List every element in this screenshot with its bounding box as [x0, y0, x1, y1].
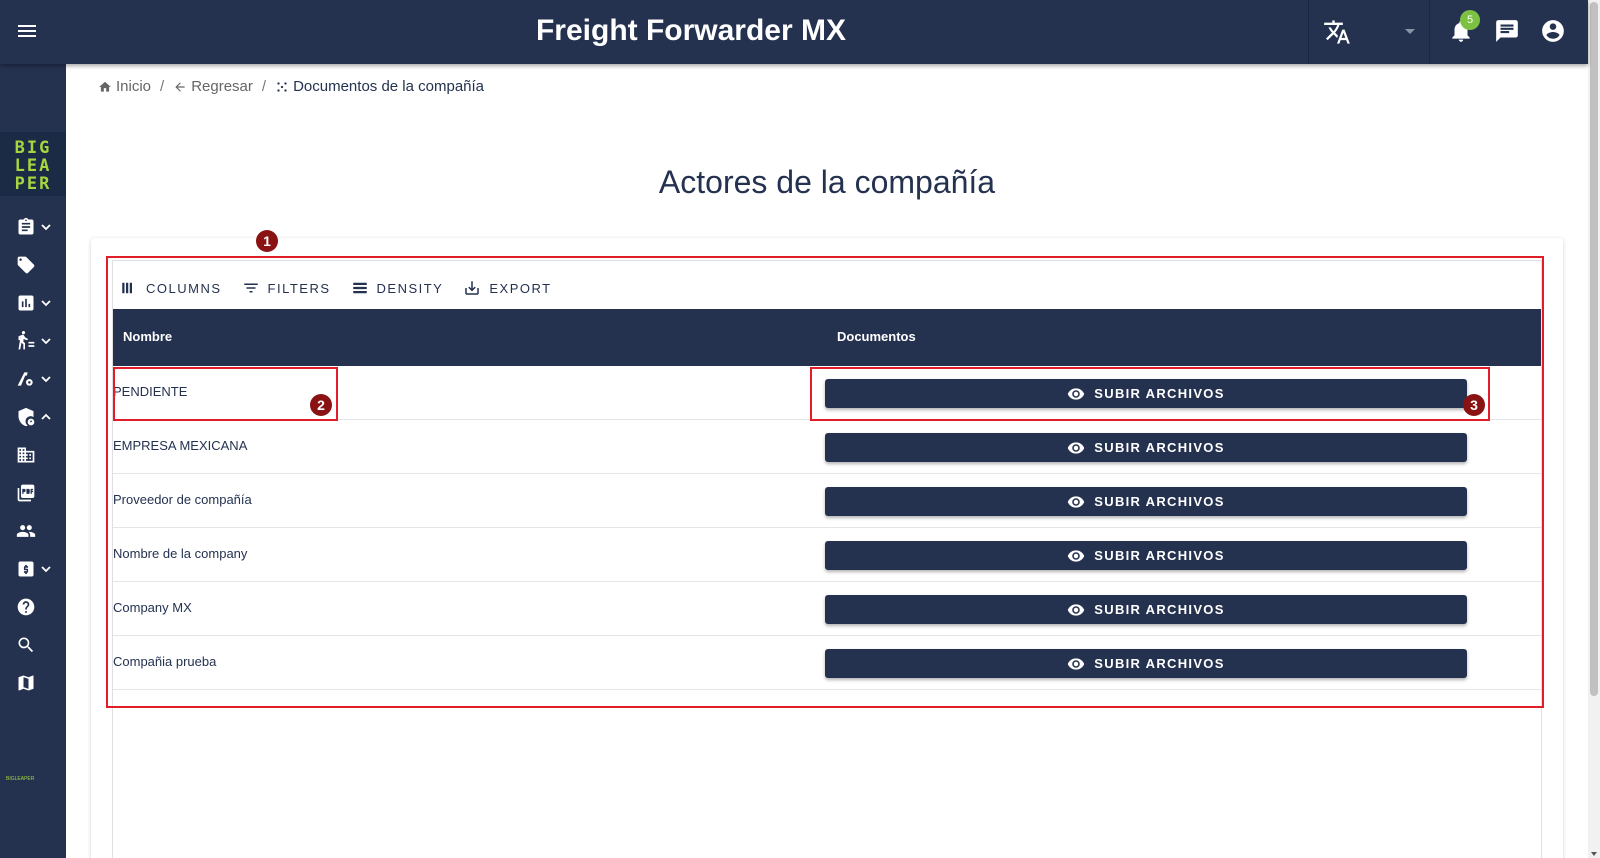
- scroll-down-arrow[interactable]: [1591, 852, 1597, 856]
- pdf-icon: [17, 484, 35, 502]
- breadcrumb: Inicio / Regresar / Documentos de la com…: [98, 78, 484, 95]
- bar-chart-icon: [18, 295, 34, 311]
- filter-icon: [243, 283, 258, 293]
- cell-name: EMPRESA MEXICANA: [113, 438, 248, 453]
- map-icon: [18, 675, 34, 691]
- sidebar-item-security[interactable]: [10, 402, 58, 432]
- arrow-left-icon: [175, 81, 185, 92]
- filters-button[interactable]: FILTERS: [242, 279, 331, 297]
- people-icon: [16, 525, 36, 537]
- scrollbar-thumb[interactable]: [1590, 2, 1598, 696]
- chevron-down-icon: [1405, 29, 1415, 34]
- upload-files-button[interactable]: SUBIR ARCHIVOS: [825, 541, 1467, 570]
- annotation-marker-3: 3: [1463, 394, 1485, 416]
- translate-icon: [1324, 20, 1350, 44]
- columns-icon: [122, 282, 132, 294]
- tag-icon: [17, 256, 35, 274]
- road-settings-icon: [17, 372, 33, 386]
- chevron-down-icon: [41, 376, 51, 383]
- sidebar-footer-logo: BIGLEAPER: [6, 776, 35, 782]
- upload-files-button[interactable]: SUBIR ARCHIVOS: [825, 487, 1467, 516]
- sidebar-item-actors[interactable]: [10, 326, 58, 356]
- density-button[interactable]: DENSITY: [351, 279, 444, 297]
- sidebar: BIG LEA PER BIGLEAPER: [0, 64, 66, 858]
- company-logo: BIG LEA PER: [0, 132, 66, 196]
- upload-files-button[interactable]: SUBIR ARCHIVOS: [825, 595, 1467, 624]
- money-icon: [18, 561, 34, 577]
- sidebar-item-tags[interactable]: [10, 250, 58, 280]
- chat-icon[interactable]: [1494, 18, 1520, 44]
- clipboard-icon: [18, 217, 34, 235]
- cell-name: Company MX: [113, 600, 192, 615]
- sidebar-item-users[interactable]: [10, 516, 58, 546]
- chevron-down-icon: [41, 566, 51, 573]
- sidebar-item-search[interactable]: [10, 630, 58, 660]
- page-scrollbar[interactable]: [1588, 0, 1600, 858]
- grid-dots-icon: [277, 81, 287, 92]
- top-app-bar: Freight Forwarder MX 5: [0, 0, 1588, 64]
- cell-name: Proveedor de compañía: [113, 492, 252, 507]
- notification-badge: 5: [1460, 10, 1480, 30]
- sidebar-item-help[interactable]: [10, 592, 58, 622]
- home-icon: [99, 81, 111, 92]
- sidebar-item-reports[interactable]: [10, 288, 58, 318]
- help-icon: [17, 598, 35, 616]
- annotation-marker-2: 2: [310, 394, 332, 416]
- export-button[interactable]: EXPORT: [463, 279, 551, 297]
- search-icon: [18, 637, 34, 653]
- breadcrumb-current: Documentos de la compañía: [275, 78, 484, 95]
- sidebar-item-clipboard[interactable]: [10, 212, 58, 242]
- table-row: Nombre de la company SUBIR ARCHIVOS: [113, 528, 1541, 582]
- column-header-documents[interactable]: Documentos: [837, 329, 916, 344]
- language-selector[interactable]: [1308, 0, 1430, 64]
- breadcrumb-home[interactable]: Inicio: [98, 78, 151, 95]
- column-header-name[interactable]: Nombre: [123, 329, 172, 344]
- chevron-up-icon: [41, 413, 51, 420]
- cell-name: Nombre de la company: [113, 546, 248, 561]
- eye-icon: [1068, 603, 1085, 616]
- sidebar-item-documents[interactable]: [10, 478, 58, 508]
- walker-list-icon: [18, 331, 35, 350]
- chevron-down-icon: [41, 300, 51, 307]
- density-icon: [352, 282, 367, 294]
- building-icon: [17, 447, 35, 463]
- page-title: Actores de la compañía: [658, 164, 996, 200]
- annotation-marker-1: 1: [256, 230, 278, 252]
- upload-files-button[interactable]: SUBIR ARCHIVOS: [825, 649, 1467, 678]
- chevron-down-icon: [41, 224, 51, 231]
- eye-icon: [1068, 549, 1085, 562]
- eye-icon: [1068, 441, 1085, 454]
- download-icon: [465, 281, 480, 295]
- eye-icon: [1068, 657, 1085, 670]
- eye-icon: [1068, 387, 1085, 400]
- shield-icon: [18, 407, 35, 427]
- table-row: Company MX SUBIR ARCHIVOS: [113, 582, 1541, 636]
- cell-name: PENDIENTE: [113, 384, 188, 399]
- chevron-down-icon: [41, 338, 51, 345]
- table-row: Proveedor de compañía SUBIR ARCHIVOS: [113, 474, 1541, 528]
- sidebar-item-routes[interactable]: [10, 364, 58, 394]
- sidebar-item-billing[interactable]: [10, 554, 58, 584]
- breadcrumb-back[interactable]: Regresar: [173, 78, 253, 95]
- upload-files-button[interactable]: SUBIR ARCHIVOS: [825, 379, 1467, 408]
- sidebar-item-map[interactable]: [10, 668, 58, 698]
- table-header: Nombre Documentos: [113, 309, 1541, 366]
- grid-toolbar: COLUMNS FILTERS DENSITY EXPORT: [120, 272, 572, 304]
- upload-files-button[interactable]: SUBIR ARCHIVOS: [825, 433, 1467, 462]
- columns-button[interactable]: COLUMNS: [120, 279, 222, 297]
- app-title: Freight Forwarder MX: [535, 14, 847, 47]
- cell-name: Compañia prueba: [113, 654, 217, 669]
- account-icon[interactable]: [1540, 18, 1566, 44]
- sidebar-item-companies[interactable]: [10, 440, 58, 470]
- table-row: Compañia prueba SUBIR ARCHIVOS: [113, 636, 1541, 690]
- table-row: EMPRESA MEXICANA SUBIR ARCHIVOS: [113, 420, 1541, 474]
- eye-icon: [1068, 495, 1085, 508]
